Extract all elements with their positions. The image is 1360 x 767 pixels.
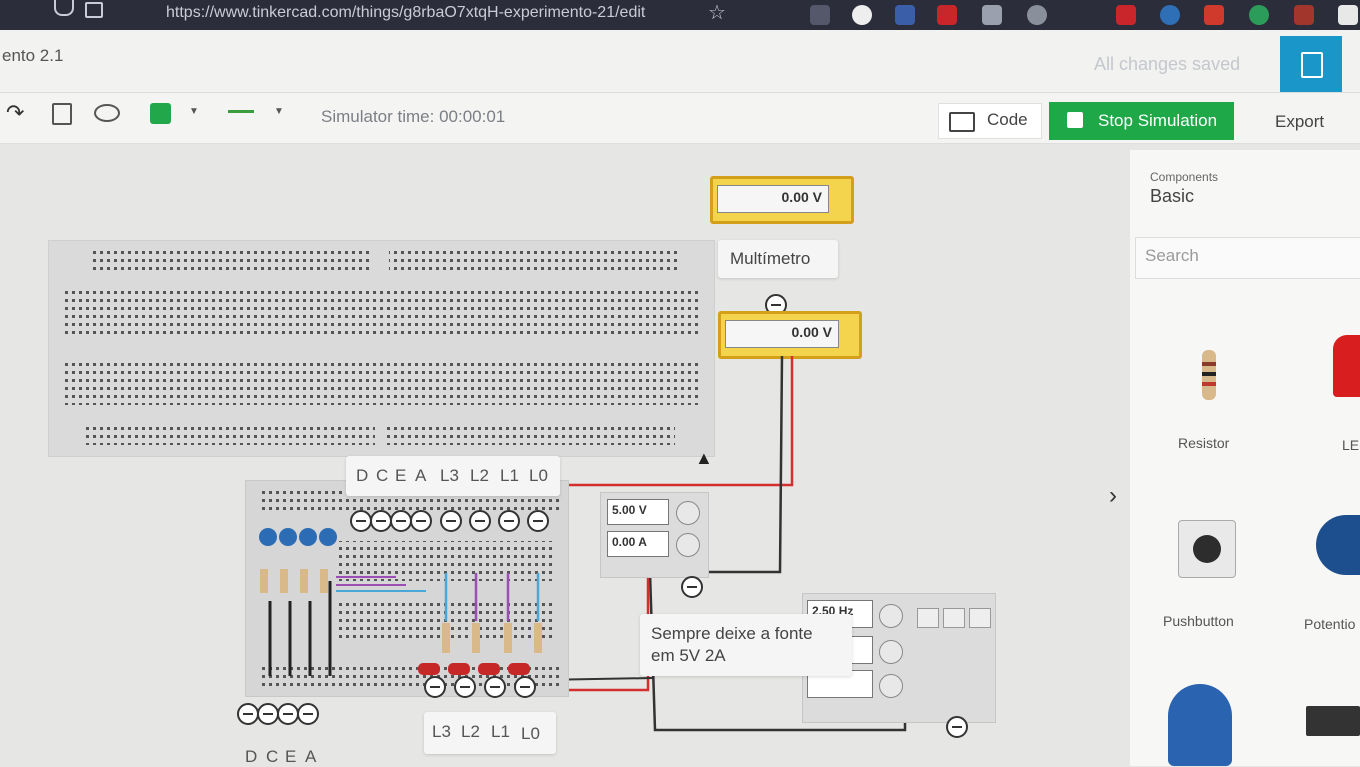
offset-knob[interactable] [879, 674, 903, 698]
search-placeholder: Search [1145, 246, 1199, 265]
label-c-bottom: C [266, 747, 279, 766]
delete-wire-icon[interactable] [527, 510, 549, 532]
pushbutton-icon[interactable] [1178, 520, 1236, 578]
delete-wire-icon[interactable] [237, 703, 259, 725]
extension-s-icon[interactable] [1204, 5, 1224, 25]
amplitude-knob[interactable] [879, 640, 903, 664]
note-tooltip: Sempre deixe a fonte em 5V 2A [640, 614, 852, 676]
switch-icon[interactable] [1306, 706, 1360, 736]
label-l1: L1 [500, 466, 519, 485]
components-label: Components [1150, 170, 1219, 184]
label-l2-bottom: L2 [461, 722, 480, 741]
square-wave-button[interactable] [917, 608, 939, 628]
component-label-resistor: Resistor [1178, 435, 1230, 451]
component-label-led: LE [1342, 437, 1360, 453]
current-knob[interactable] [676, 533, 700, 557]
label-d-bottom: D [245, 747, 258, 766]
extension-check-icon[interactable] [1160, 5, 1180, 25]
psu-current-display: 0.00 A [607, 531, 669, 557]
component-label-pushbutton: Pushbutton [1163, 613, 1234, 629]
label-a: A [415, 466, 427, 485]
extension-red-icon[interactable] [1294, 5, 1314, 25]
export-button[interactable]: Export [1275, 112, 1324, 132]
label-a-bottom: A [305, 747, 317, 766]
delete-wire-icon[interactable] [454, 676, 476, 698]
delete-wire-icon[interactable] [514, 676, 536, 698]
delete-wire-icon[interactable] [350, 510, 372, 532]
label-e-bottom: E [285, 747, 297, 766]
led-icon[interactable] [1333, 335, 1360, 397]
label-l1-bottom: L1 [491, 722, 510, 741]
resistor-band [1202, 382, 1216, 386]
resistor-band [1202, 372, 1216, 376]
delete-wire-icon[interactable] [257, 703, 279, 725]
components-dropdown[interactable]: Basic [1150, 186, 1194, 207]
delete-wire-icon[interactable] [370, 510, 392, 532]
pushbutton-cap [1193, 535, 1221, 563]
label-l3-bottom: L3 [432, 722, 451, 741]
note-line-1: Sempre deixe a fonte [651, 624, 813, 643]
label-d: D [356, 466, 369, 485]
delete-wire-icon[interactable] [946, 716, 968, 738]
note-line-2: em 5V 2A [651, 646, 726, 665]
delete-wire-icon[interactable] [390, 510, 412, 532]
chip-icon [1301, 52, 1323, 78]
label-l0: L0 [529, 466, 548, 485]
label-l2: L2 [470, 466, 489, 485]
voltage-knob[interactable] [676, 501, 700, 525]
extension-white-icon[interactable] [1338, 5, 1358, 25]
resistor-band [1202, 362, 1216, 366]
delete-wire-icon[interactable] [297, 703, 319, 725]
label-c: C [376, 466, 389, 485]
delete-wire-icon[interactable] [440, 510, 462, 532]
label-e: E [395, 466, 407, 485]
capacitor-icon[interactable] [1168, 684, 1232, 766]
delete-wire-icon[interactable] [277, 703, 299, 725]
frequency-knob[interactable] [879, 604, 903, 628]
extension-circle-icon[interactable] [1249, 5, 1269, 25]
delete-wire-icon[interactable] [681, 576, 703, 598]
delete-wire-icon[interactable] [410, 510, 432, 532]
triangle-wave-button[interactable] [969, 608, 991, 628]
sine-wave-button[interactable] [943, 608, 965, 628]
power-supply[interactable]: 5.00 V 0.00 A [600, 492, 709, 578]
component-label-potentiometer: Potentio [1304, 616, 1356, 632]
delete-wire-icon[interactable] [498, 510, 520, 532]
delete-wire-icon[interactable] [469, 510, 491, 532]
delete-wire-icon[interactable] [484, 676, 506, 698]
circuit-view-button[interactable] [1280, 36, 1342, 92]
label-l0-bottom: L0 [521, 724, 540, 743]
psu-voltage-display: 5.00 V [607, 499, 669, 525]
delete-wire-icon[interactable] [424, 676, 446, 698]
label-l3: L3 [440, 466, 459, 485]
